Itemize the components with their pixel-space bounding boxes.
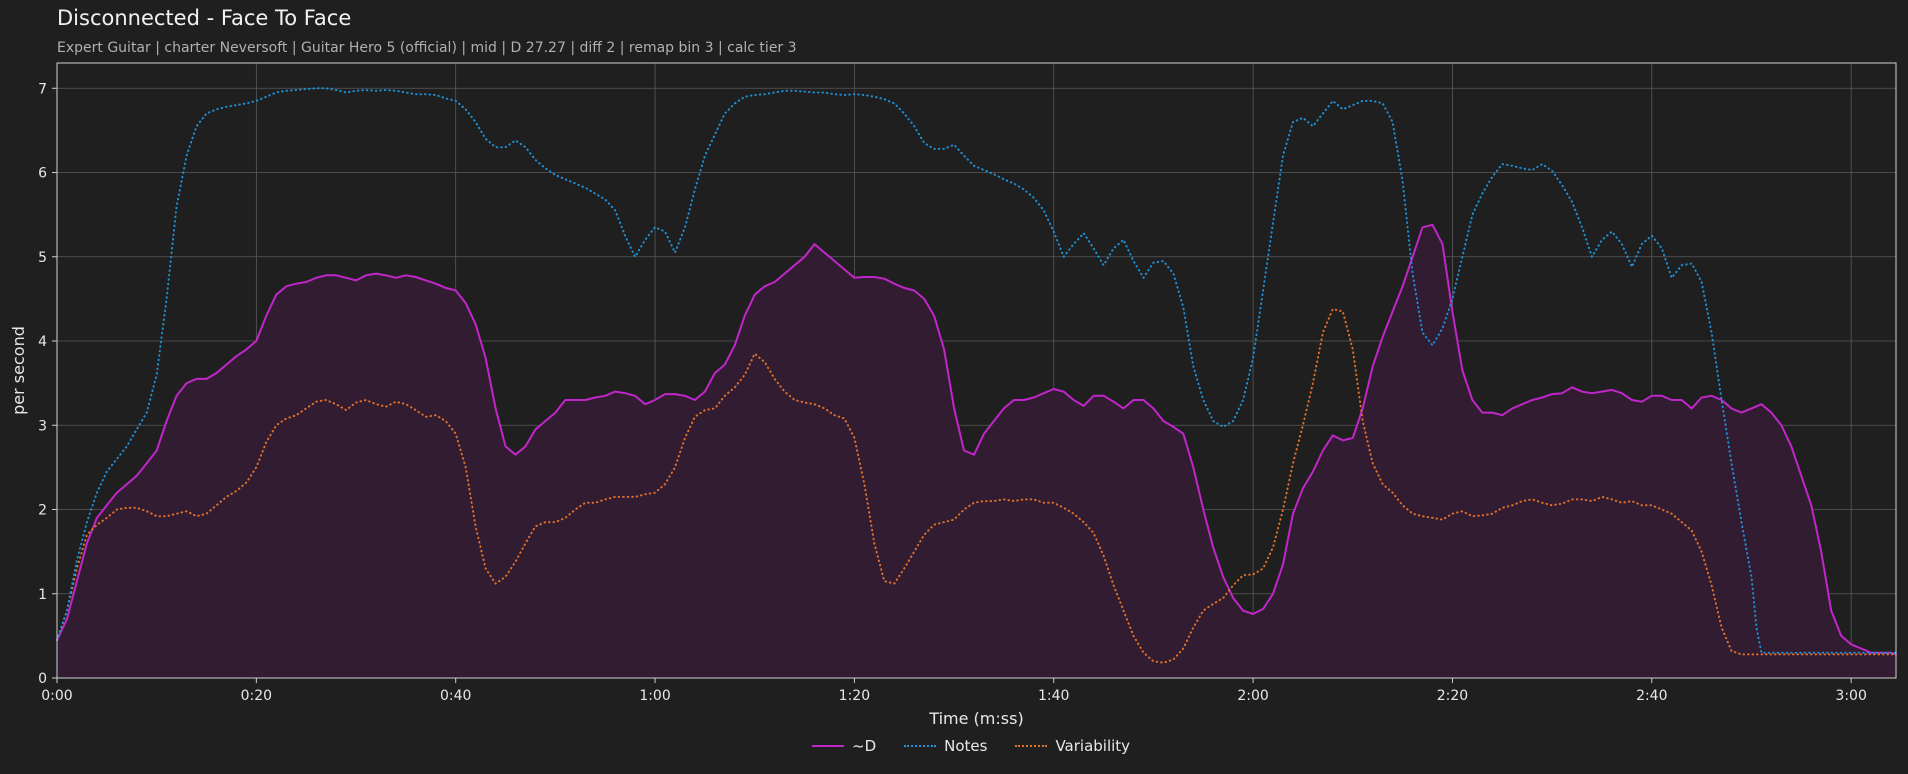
y-axis-label: per second bbox=[9, 326, 28, 415]
x-tick-label: 2:40 bbox=[1636, 688, 1667, 704]
y-tick-label: 0 bbox=[38, 671, 47, 687]
x-tick-label: 2:20 bbox=[1437, 688, 1468, 704]
legend-label-variability: Variability bbox=[1055, 737, 1131, 755]
y-tick-label: 2 bbox=[38, 503, 47, 519]
legend-swatch-variability bbox=[1015, 745, 1048, 747]
y-tick-label: 3 bbox=[38, 418, 47, 434]
legend-item-d: ~D bbox=[812, 737, 876, 755]
legend-swatch-d bbox=[812, 745, 844, 747]
legend-item-notes: Notes bbox=[904, 737, 987, 755]
legend-item-variability: Variability bbox=[1015, 737, 1130, 755]
x-tick-label: 2:00 bbox=[1237, 688, 1268, 704]
legend-label-d: ~D bbox=[852, 737, 877, 755]
line-chart: 0:00 0:20 0:40 1:00 1:20 1:40 2:00 2:20 2:40 3:00… bbox=[9, 62, 1897, 728]
y-tick-label: 4 bbox=[38, 334, 47, 350]
x-tick-label: 0:40 bbox=[440, 688, 471, 704]
legend: ~D Notes Variability bbox=[812, 737, 1130, 755]
series-layer bbox=[56, 87, 1897, 679]
x-axis-label: Time (m:ss) bbox=[928, 709, 1023, 728]
legend-label-notes: Notes bbox=[944, 737, 988, 755]
y-tick-label: 6 bbox=[38, 166, 47, 182]
x-tick-label: 3:00 bbox=[1835, 688, 1866, 704]
x-tick-label: 1:40 bbox=[1038, 688, 1069, 704]
x-tick-label: 0:20 bbox=[241, 688, 272, 704]
y-tick-label: 5 bbox=[38, 250, 47, 266]
x-tick-label: 1:00 bbox=[639, 688, 670, 704]
x-tick-label: 1:20 bbox=[839, 688, 870, 704]
y-tick-label: 7 bbox=[38, 81, 47, 97]
y-tick-label: 1 bbox=[38, 587, 47, 603]
x-tick-label: 0:00 bbox=[41, 688, 72, 704]
legend-swatch-notes bbox=[904, 745, 937, 747]
